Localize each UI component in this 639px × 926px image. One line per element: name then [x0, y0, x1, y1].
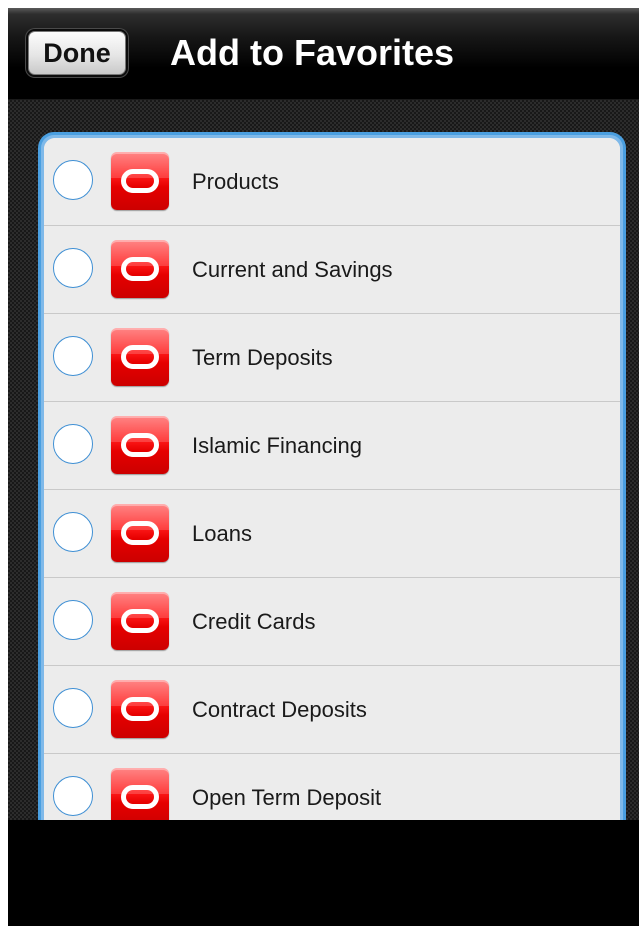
select-radio[interactable]: [53, 512, 93, 552]
select-radio[interactable]: [53, 424, 93, 464]
oracle-logo-icon: [111, 504, 169, 562]
content-area: Products Current and Savings Term Deposi…: [8, 100, 639, 852]
list-item-current-and-savings[interactable]: Current and Savings: [44, 226, 620, 314]
list-item-products[interactable]: Products: [44, 138, 620, 226]
list-item-credit-cards[interactable]: Credit Cards: [44, 578, 620, 666]
select-radio[interactable]: [53, 248, 93, 288]
select-radio[interactable]: [53, 688, 93, 728]
list-item-contract-deposits[interactable]: Contract Deposits: [44, 666, 620, 754]
app-screen: Done Add to Favorites Products Current a…: [8, 8, 639, 926]
list-item-term-deposits[interactable]: Term Deposits: [44, 314, 620, 402]
navigation-bar: Done Add to Favorites: [8, 8, 639, 100]
oracle-logo-icon: [111, 680, 169, 738]
list-item-label: Term Deposits: [192, 345, 333, 370]
oracle-logo-icon: [111, 768, 169, 826]
list-item-label: Loans: [192, 521, 252, 546]
favorites-list-panel: Products Current and Savings Term Deposi…: [38, 132, 626, 852]
oracle-logo-icon: [111, 240, 169, 298]
list-item-label: Credit Cards: [192, 609, 316, 634]
select-radio[interactable]: [53, 776, 93, 816]
list-item-islamic-financing[interactable]: Islamic Financing: [44, 402, 620, 490]
bottom-bar: [8, 820, 639, 926]
page-title: Add to Favorites: [170, 32, 455, 73]
list-item-label: Islamic Financing: [192, 433, 362, 458]
oracle-logo-icon: [111, 328, 169, 386]
list-item-loans[interactable]: Loans: [44, 490, 620, 578]
done-button[interactable]: Done: [28, 31, 126, 75]
oracle-logo-icon: [111, 592, 169, 650]
list-item-label: Products: [192, 169, 279, 194]
favorites-list[interactable]: Products Current and Savings Term Deposi…: [44, 138, 620, 852]
list-item-label: Current and Savings: [192, 257, 393, 282]
select-radio[interactable]: [53, 336, 93, 376]
select-radio[interactable]: [53, 600, 93, 640]
list-item-label: Contract Deposits: [192, 697, 367, 722]
select-radio[interactable]: [53, 160, 93, 200]
oracle-logo-icon: [111, 416, 169, 474]
oracle-logo-icon: [111, 152, 169, 210]
